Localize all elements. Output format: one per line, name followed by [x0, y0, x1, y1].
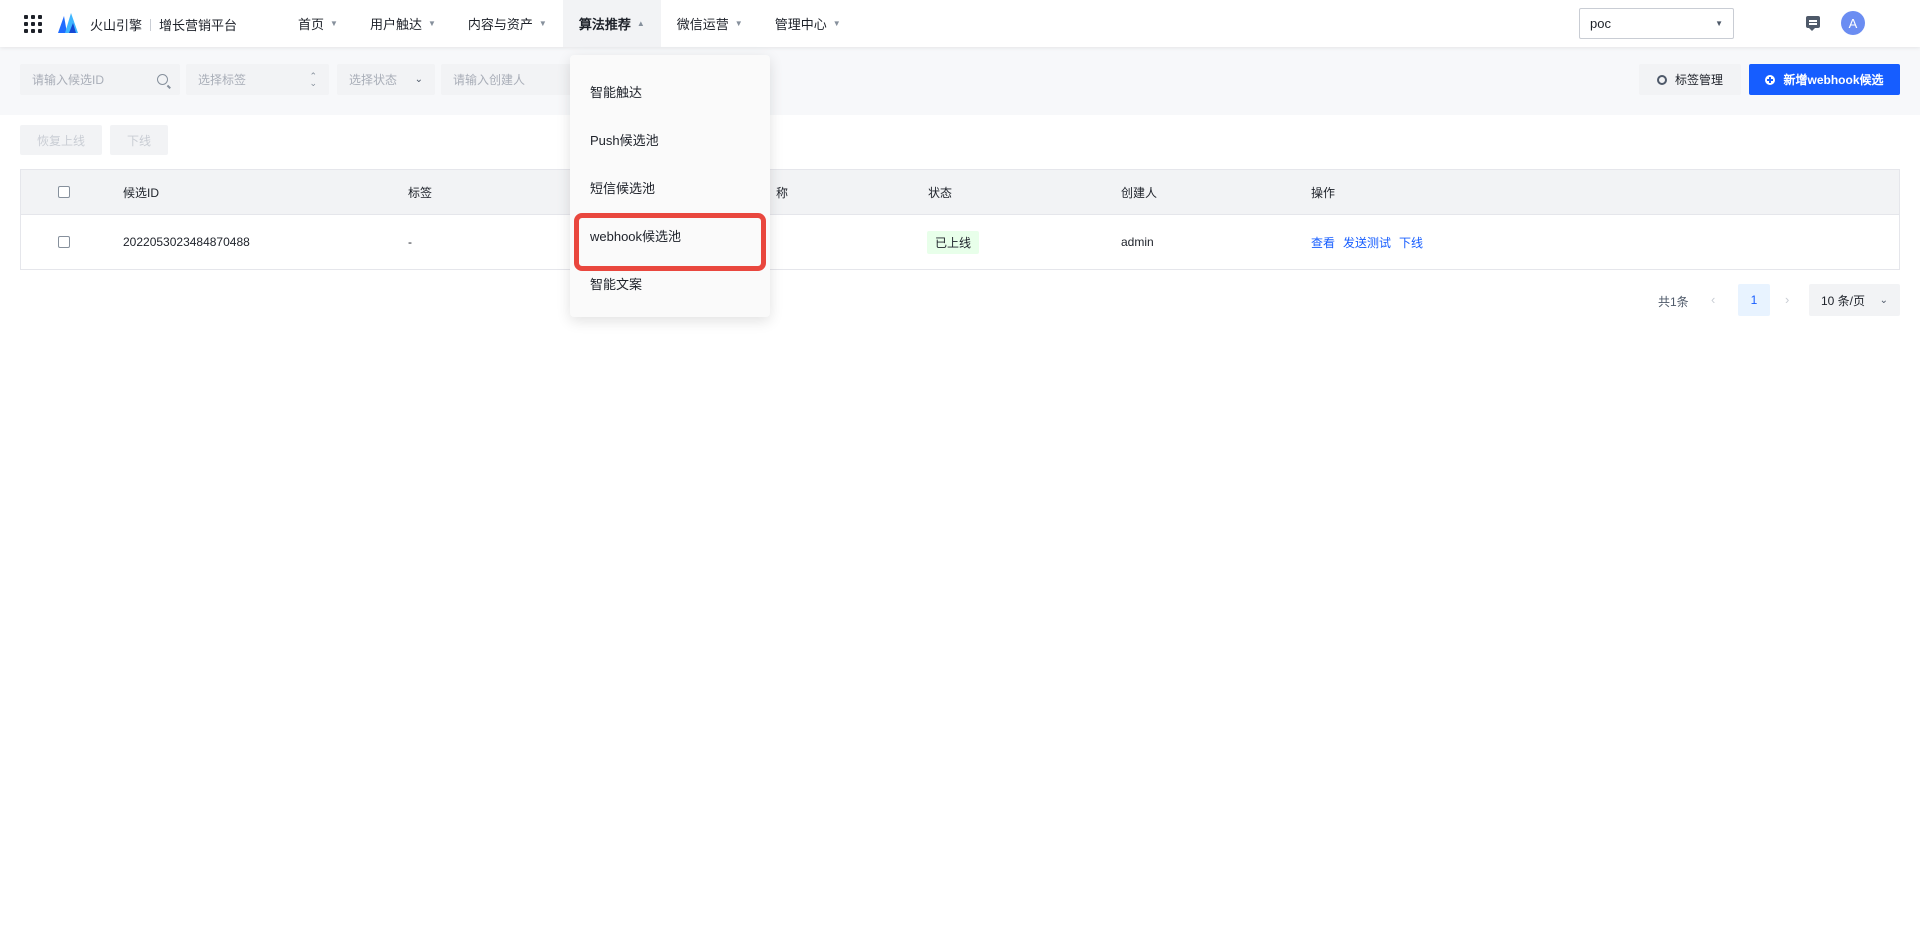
status-badge: 已上线	[927, 230, 980, 254]
menu-item-push-pool[interactable]: Push候选池	[570, 115, 770, 163]
brand: 火山引擎 增长营销平台	[90, 15, 237, 34]
page-size-value: 10 条/页	[1821, 293, 1866, 308]
nav-home-label: 首页	[298, 17, 325, 32]
nav-home[interactable]: 首页 ▼	[282, 0, 354, 47]
nav-user-reach[interactable]: 用户触达 ▼	[354, 0, 452, 47]
candidate-table: 候选ID 标签 称 状态 创建人 操作 2022053023484870488 …	[20, 169, 1900, 270]
creator-placeholder: 请输入创建人	[453, 73, 526, 87]
chevron-down-icon: ⌄	[1879, 294, 1888, 306]
avatar[interactable]: A	[1841, 11, 1865, 35]
chevron-left-icon[interactable]: ‹	[1711, 292, 1715, 307]
tag-select[interactable]: 选择标签 ⌃ ⌄	[186, 64, 329, 95]
offline-bulk-button[interactable]: 下线	[110, 125, 168, 155]
col-candidate-id: 候选ID	[123, 185, 160, 200]
message-icon[interactable]	[1806, 16, 1820, 31]
offline-link[interactable]: 下线	[1399, 234, 1423, 251]
caret-down-icon: ▼	[538, 19, 547, 28]
app-grid-icon[interactable]	[24, 15, 42, 33]
brand-divider	[150, 19, 152, 31]
candidate-id-search-input[interactable]: 请输入候选ID	[20, 64, 180, 95]
creator-input[interactable]: 请输入创建人	[441, 64, 576, 95]
nav-algorithm-recommend[interactable]: 算法推荐 ▲	[562, 0, 661, 47]
table-header: 候选ID 标签 称 状态 创建人 操作	[21, 170, 1899, 215]
project-select-value: poc	[1590, 16, 1611, 31]
send-test-link[interactable]: 发送测试	[1343, 234, 1391, 251]
nav-user-reach-label: 用户触达	[369, 17, 422, 32]
caret-down-icon: ▼	[832, 19, 841, 28]
row-creator: admin	[1121, 235, 1154, 249]
caret-down-icon: ▼	[330, 19, 338, 28]
platform-name: 增长营销平台	[159, 18, 238, 33]
gear-icon	[1656, 74, 1667, 85]
pagination-total: 共1条	[1658, 295, 1689, 309]
nav-admin-center-label: 管理中心	[774, 17, 827, 32]
caret-down-icon: ▼	[734, 19, 743, 28]
menu-item-webhook-pool-label: webhook候选池	[590, 228, 682, 244]
brand-name: 火山引擎	[90, 18, 143, 33]
caret-down-icon: ▼	[1715, 19, 1723, 28]
row-candidate-id: 2022053023484870488	[123, 235, 250, 249]
caret-up-icon: ▲	[636, 19, 645, 28]
pagination-current-page[interactable]: 1	[1738, 284, 1770, 316]
status-badge-text: 上线	[947, 235, 972, 250]
status-select[interactable]: 选择状态 ⌄	[337, 64, 435, 95]
select-all-checkbox[interactable]	[58, 186, 70, 198]
chevron-down-icon: ⌄	[414, 74, 423, 85]
sort-updown-icon: ⌃ ⌄	[309, 70, 317, 88]
nav-content-assets[interactable]: 内容与资产 ▼	[452, 0, 563, 47]
nav-admin-center[interactable]: 管理中心 ▼	[759, 0, 857, 47]
nav-content-assets-label: 内容与资产	[467, 17, 533, 32]
col-status: 状态	[928, 185, 953, 200]
tag-placeholder: 选择标签	[198, 73, 247, 87]
col-name: 称	[776, 185, 789, 200]
new-webhook-candidate-button[interactable]: 新增webhook候选	[1749, 64, 1900, 95]
table-row: 2022053023484870488 - 已上线 admin 查看 发送测试 …	[21, 215, 1899, 269]
col-actions: 操作	[1311, 185, 1336, 200]
page-size-select[interactable]: 10 条/页 ⌄	[1809, 284, 1900, 316]
row-select-cell	[58, 215, 70, 269]
tag-manage-button[interactable]: 标签管理	[1639, 64, 1741, 95]
tag-manage-label: 标签管理	[1674, 73, 1723, 87]
menu-item-webhook-pool[interactable]: webhook候选池	[570, 211, 770, 271]
row-actions: 查看 发送测试 下线	[1311, 215, 1431, 269]
project-select[interactable]: poc ▼	[1579, 8, 1734, 39]
col-tag: 标签	[408, 185, 433, 200]
top-bar: 火山引擎 增长营销平台 首页 ▼ 用户触达 ▼ 内容与资产 ▼ 算法推荐 ▲ 微信运营 ▼ …	[0, 0, 1920, 47]
menu-item-smart-copy[interactable]: 智能文案	[570, 259, 770, 307]
candidate-id-placeholder: 请输入候选ID	[32, 73, 105, 87]
main-nav: 首页 ▼ 用户触达 ▼ 内容与资产 ▼ 算法推荐 ▲ 微信运营 ▼ 管理中心 ▼	[282, 0, 857, 47]
row-tag: -	[408, 235, 412, 249]
status-badge-prefix: 已	[935, 235, 948, 250]
search-icon	[157, 74, 168, 85]
menu-item-sms-pool[interactable]: 短信候选池	[570, 163, 770, 211]
nav-algorithm-recommend-label: 算法推荐	[578, 17, 631, 32]
col-creator: 创建人	[1121, 185, 1158, 200]
plus-circle-icon	[1765, 74, 1776, 85]
row-status: 已上线	[927, 215, 980, 269]
algorithm-recommend-dropdown: 智能触达 Push候选池 短信候选池 webhook候选池 智能文案	[570, 55, 770, 317]
nav-wechat-ops-label: 微信运营	[676, 17, 729, 32]
caret-down-icon: ▼	[427, 19, 436, 28]
new-webhook-candidate-label: 新增webhook候选	[1783, 73, 1884, 87]
status-placeholder: 选择状态	[349, 73, 398, 87]
select-all-cell	[58, 170, 70, 214]
volcano-engine-logo-icon	[58, 13, 78, 33]
view-link[interactable]: 查看	[1311, 234, 1335, 251]
row-checkbox[interactable]	[58, 236, 70, 248]
nav-wechat-ops[interactable]: 微信运营 ▼	[661, 0, 759, 47]
filter-bar: 请输入候选ID 选择标签 ⌃ ⌄ 选择状态 ⌄ 请输入创建人 标签管理 新增web…	[0, 47, 1920, 115]
menu-item-smart-reach[interactable]: 智能触达	[570, 67, 770, 115]
restore-online-button[interactable]: 恢复上线	[20, 125, 102, 155]
chevron-right-icon[interactable]: ›	[1785, 292, 1789, 307]
